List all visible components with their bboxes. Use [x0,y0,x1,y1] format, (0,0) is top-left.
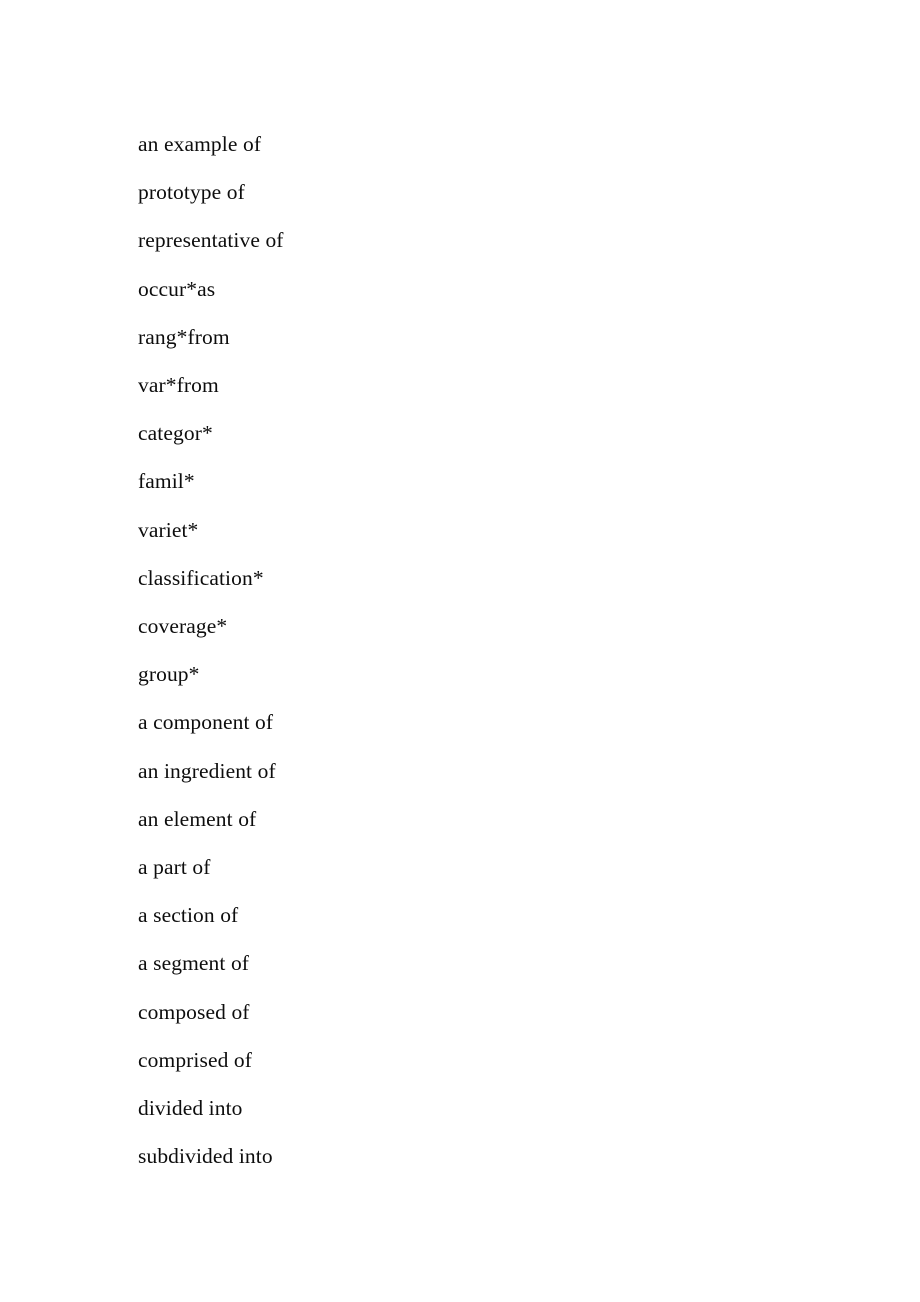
text-line: prototype of [138,180,245,205]
text-line: an element of [138,806,257,831]
text-line: subdivided into [138,1144,273,1169]
text-line: variet* [138,517,199,542]
text-line: an ingredient of [138,758,276,783]
text-line: famil* [138,469,195,494]
text-line: var*from [138,373,219,398]
text-line: a segment of [138,951,250,976]
text-line: an example of [138,132,262,156]
text-line: classification* [138,565,264,590]
text-line: comprised of [138,1047,253,1072]
document-page: an example of prototype of representativ… [0,0,920,1302]
text-line: a component of [138,710,274,735]
text-line: a part of [138,855,211,880]
text-line: divided into [138,1096,243,1121]
text-line: composed of [138,999,250,1024]
text-line: representative of [138,228,284,253]
text-column: an example of prototype of representativ… [138,120,778,1180]
text-line: categor* [138,421,213,446]
text-line: occur*as [138,276,216,301]
text-line: a section of [138,903,239,928]
text-line: coverage* [138,614,228,639]
text-line: group* [138,662,200,687]
text-line: rang*from [138,324,230,349]
